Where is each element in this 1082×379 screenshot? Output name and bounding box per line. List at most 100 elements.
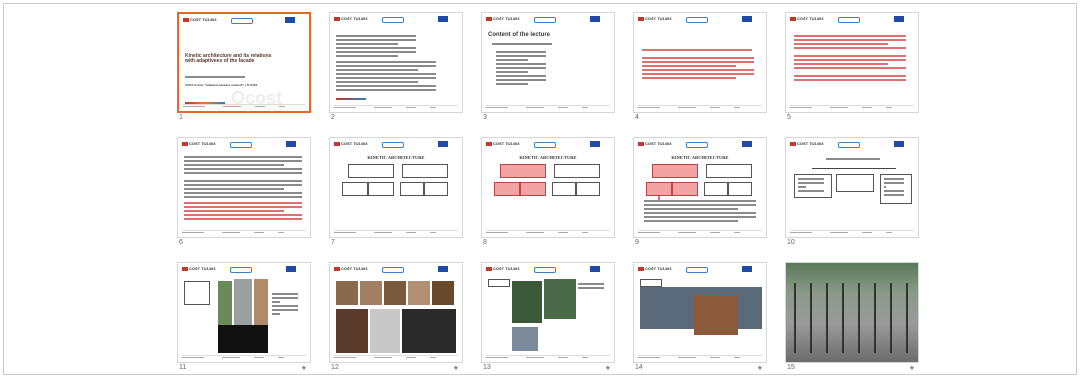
slide-thumbnail-15[interactable]: COST TU140315 ★ xyxy=(785,262,919,374)
text-line xyxy=(336,61,436,63)
slide-footer xyxy=(486,105,610,109)
slide-number: 14 xyxy=(635,364,643,371)
text-line xyxy=(496,79,546,81)
costnet-logo xyxy=(838,17,860,23)
slide-preview[interactable]: COST TU1403 KINETIC ARCHITECTURE xyxy=(329,137,463,238)
slide-preview[interactable]: COST TU1403 xyxy=(633,262,767,363)
text-line xyxy=(272,297,298,299)
text-line xyxy=(336,47,416,49)
slide-preview[interactable]: COST TU1403 KINETIC ARCHITECTURE xyxy=(481,137,615,238)
slide-preview[interactable]: COST TU1403 xyxy=(177,137,311,238)
slide-thumbnail-6[interactable]: COST TU1403 6 xyxy=(177,137,311,249)
diagram-box xyxy=(652,164,698,178)
slide-footer xyxy=(638,355,762,359)
slide-number: 4 xyxy=(635,114,639,121)
slide-header: COST TU1403 xyxy=(334,266,458,275)
slide-thumbnail-14[interactable]: COST TU1403 14 ★ xyxy=(633,262,767,374)
slide-thumbnail-12[interactable]: COST TU1403 12 ★ xyxy=(329,262,463,374)
slide-preview[interactable]: COST TU1403 Kinetic architecture and its … xyxy=(177,12,311,113)
text-line xyxy=(272,309,298,311)
text-line xyxy=(184,168,302,170)
diagram-box xyxy=(554,164,600,178)
text-line xyxy=(336,39,416,41)
costnet-logo xyxy=(686,17,708,23)
diagram-box xyxy=(646,182,672,196)
eu-flag-icon xyxy=(286,141,296,147)
slide-thumbnail-5[interactable]: COST TU1403 5 xyxy=(785,12,919,124)
slide-number: 15 xyxy=(787,364,795,371)
cost-logo: COST TU1403 xyxy=(486,266,519,271)
text-line xyxy=(336,77,436,79)
diagram-box xyxy=(488,279,510,287)
slide-number: 1 xyxy=(179,114,183,121)
column xyxy=(906,283,908,353)
text-line xyxy=(336,51,416,53)
slide-preview[interactable]: COST TU1403 xyxy=(785,262,919,363)
column xyxy=(794,283,796,353)
diagram-box xyxy=(184,281,210,305)
slide-number: 9 xyxy=(635,239,639,246)
costnet-logo xyxy=(686,142,708,148)
slide-number: 12 xyxy=(331,364,339,371)
text-line xyxy=(336,35,416,37)
slide-preview[interactable]: COST TU1403 xyxy=(785,137,919,238)
cost-logo: COST TU1403 xyxy=(334,141,367,146)
slide-preview[interactable]: COST TU1403 xyxy=(329,12,463,113)
text-line xyxy=(644,216,756,218)
diagram-box xyxy=(520,182,546,196)
slide-preview[interactable]: COST TU1403 xyxy=(177,262,311,363)
diagram-box xyxy=(640,279,662,287)
slide-thumbnail-7[interactable]: COST TU1403 KINETIC ARCHITECTURE 7 xyxy=(329,137,463,249)
slide-thumbnail-8[interactable]: COST TU1403 KINETIC ARCHITECTURE 8 xyxy=(481,137,615,249)
text-line xyxy=(794,43,888,45)
slide-footer xyxy=(486,355,610,359)
photo xyxy=(786,263,918,362)
text-line xyxy=(336,69,418,71)
arrow xyxy=(658,196,660,200)
eu-flag-icon xyxy=(742,266,752,272)
costnet-logo xyxy=(382,142,404,148)
slide-preview[interactable]: COST TU1403 xyxy=(785,12,919,113)
slide-footer xyxy=(182,230,306,234)
text-line xyxy=(884,190,904,192)
slide-thumbnail-4[interactable]: COST TU1403 4 xyxy=(633,12,767,124)
slide-preview[interactable]: COST TU1403 KINETIC ARCHITECTURE xyxy=(633,137,767,238)
transition-icon: ★ xyxy=(300,365,307,372)
slide-thumbnail-3[interactable]: COST TU1403 Content of the lecture 3 xyxy=(481,12,615,124)
diagram-box xyxy=(500,164,546,178)
slide-title: KINETIC ARCHITECTURE xyxy=(671,155,729,160)
costnet-logo xyxy=(534,142,556,148)
photo xyxy=(218,281,232,325)
eu-flag-icon xyxy=(742,141,752,147)
slide-header: COST TU1403 xyxy=(183,17,305,26)
slide-thumbnail-10[interactable]: COST TU1403 10 xyxy=(785,137,919,249)
cost-logo: COST TU1403 xyxy=(182,266,215,271)
slide-preview[interactable]: COST TU1403 xyxy=(481,262,615,363)
photo xyxy=(402,309,456,353)
photo xyxy=(544,279,576,319)
slide-number: 2 xyxy=(331,114,335,121)
text-line xyxy=(798,182,824,184)
text-line xyxy=(336,55,398,57)
costnet-logo xyxy=(686,267,708,273)
text-line xyxy=(884,194,904,196)
eu-flag-icon xyxy=(438,16,448,22)
slide-thumbnail-1[interactable]: COST TU1403 Kinetic architecture and its … xyxy=(177,12,311,124)
text-line xyxy=(794,63,888,65)
slide-thumbnail-9[interactable]: COST TU1403 KINETIC ARCHITECTURE 9 xyxy=(633,137,767,249)
slide-thumbnail-13[interactable]: COST TU1403 13 ★ xyxy=(481,262,615,374)
slide-preview[interactable]: COST TU1403 xyxy=(329,262,463,363)
text-line xyxy=(184,172,302,174)
costnet-logo xyxy=(230,267,252,273)
slide-preview[interactable]: COST TU1403 xyxy=(633,12,767,113)
photo xyxy=(432,281,454,305)
slide-preview[interactable]: COST TU1403 Content of the lecture xyxy=(481,12,615,113)
slide-number: 11 xyxy=(179,364,187,371)
slide-title: Kinetic architecture and its relations w… xyxy=(185,53,272,64)
eu-flag-icon xyxy=(590,266,600,272)
slide-thumbnail-11[interactable]: COST TU1403 11 ★ xyxy=(177,262,311,374)
column xyxy=(826,283,828,353)
slide-thumbnail-2[interactable]: COST TU1403 2 xyxy=(329,12,463,124)
slide-header: COST TU1403 xyxy=(790,16,914,25)
eu-flag-icon xyxy=(894,16,904,22)
